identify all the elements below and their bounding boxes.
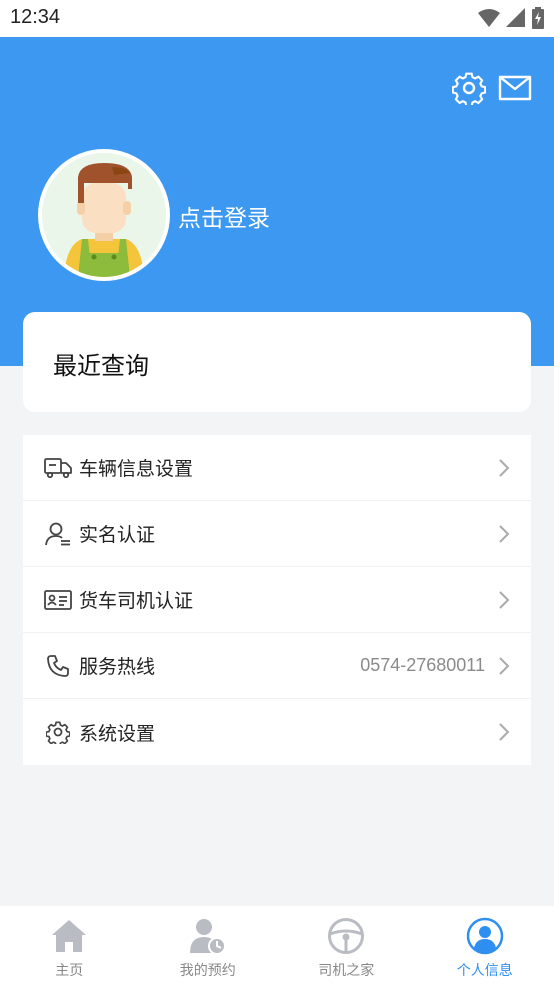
mail-icon[interactable]	[498, 74, 532, 102]
login-link[interactable]: 点击登录	[178, 199, 270, 233]
truck-icon	[44, 454, 72, 482]
wifi-icon	[478, 9, 500, 27]
home-icon	[49, 916, 89, 956]
tab-label: 个人信息	[456, 963, 513, 979]
status-icons	[478, 7, 544, 29]
tab-label: 主页	[55, 963, 84, 979]
phone-icon	[44, 652, 72, 680]
menu-item-label: 服务热线	[79, 656, 156, 678]
settings-icon[interactable]	[451, 71, 487, 108]
recent-queries-title: 最近查询	[53, 352, 149, 380]
chevron-right-icon	[499, 524, 510, 543]
id-card-icon	[44, 586, 72, 614]
tab-profile[interactable]: 个人信息	[416, 906, 554, 984]
avatar[interactable]	[38, 149, 170, 281]
appointment-icon	[188, 916, 228, 956]
recent-queries-card[interactable]: 最近查询	[23, 312, 531, 412]
menu-item-vehicle-settings[interactable]: 车辆信息设置	[23, 435, 531, 501]
tab-my-appointments[interactable]: 我的预约	[139, 906, 278, 984]
menu-item-label: 实名认证	[79, 524, 156, 546]
battery-icon	[532, 7, 544, 29]
profile-icon	[465, 916, 505, 956]
user-verify-icon	[44, 520, 72, 548]
menu-item-service-hotline[interactable]: 服务热线 0574-27680011	[23, 633, 531, 699]
menu-item-system-settings[interactable]: 系统设置	[23, 699, 531, 765]
tab-label: 司机之家	[318, 963, 375, 979]
chevron-right-icon	[499, 723, 510, 741]
menu-item-label: 系统设置	[79, 722, 156, 745]
menu-item-truck-driver-auth[interactable]: 货车司机认证	[23, 567, 531, 633]
steering-wheel-icon	[326, 916, 366, 956]
menu-item-label: 货车司机认证	[79, 590, 194, 612]
gear-icon	[44, 718, 72, 746]
signal-icon	[506, 8, 525, 27]
status-time: 12:34	[10, 6, 61, 28]
menu-item-label: 车辆信息设置	[79, 458, 194, 480]
status-bar: 12:34	[0, 0, 554, 37]
tab-home[interactable]: 主页	[0, 906, 139, 984]
hotline-number[interactable]: 0574-27680011	[360, 655, 485, 676]
settings-menu: 车辆信息设置 实名认证 货车司机认证 服务热线 0574-27680011 系统…	[23, 435, 531, 765]
chevron-right-icon	[499, 656, 510, 675]
chevron-right-icon	[499, 590, 510, 609]
bottom-tab-bar: 主页 我的预约 司机之家 个人信息	[0, 906, 554, 984]
chevron-right-icon	[499, 458, 510, 477]
tab-driver-home[interactable]: 司机之家	[277, 906, 416, 984]
menu-item-real-name-auth[interactable]: 实名认证	[23, 501, 531, 567]
tab-label: 我的预约	[179, 963, 236, 979]
